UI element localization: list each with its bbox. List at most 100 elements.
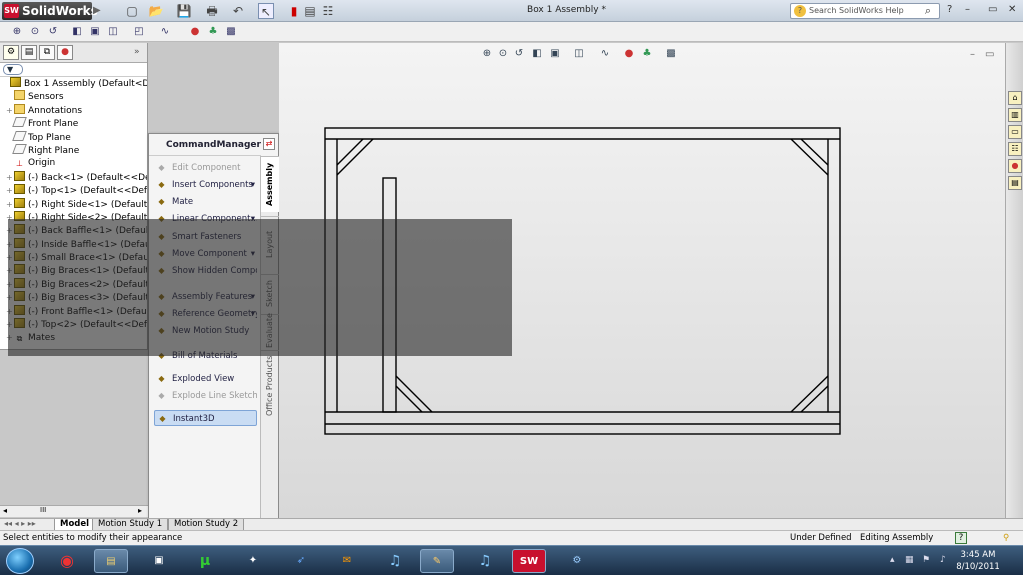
- tree-item[interactable]: ⊥ Origin: [0, 157, 147, 170]
- tree-item[interactable]: Sensors: [0, 90, 147, 103]
- command-insert-components[interactable]: ◆ Insert Components ▾: [154, 177, 257, 193]
- expand-toggle-icon[interactable]: +: [6, 318, 14, 331]
- chrome-icon[interactable]: ◉: [50, 549, 84, 573]
- restore-icon[interactable]: ▭: [988, 4, 997, 15]
- tree-item[interactable]: + (-) Top<2> (Default<<Defau: [0, 318, 147, 331]
- scroll-right-icon[interactable]: ▸: [138, 506, 142, 515]
- solidworks-taskbar-icon[interactable]: SW: [512, 549, 546, 573]
- viewport-restore-icon[interactable]: ▭: [985, 49, 994, 60]
- settings-app-icon[interactable]: ⚙: [560, 549, 594, 573]
- tree-item[interactable]: + Annotations: [0, 103, 147, 117]
- search-icon[interactable]: ⌕: [925, 4, 931, 18]
- previous-view-icon[interactable]: ↺: [46, 25, 60, 39]
- tree-item[interactable]: + (-) Big Braces<3> (Default<<: [0, 291, 147, 304]
- feature-tree-tab-icon[interactable]: ⚙: [3, 45, 19, 60]
- design-library-icon[interactable]: ▥: [1008, 108, 1022, 122]
- close-icon[interactable]: ✕: [1008, 4, 1016, 15]
- tree-item[interactable]: + (-) Big Braces<2> (Default<<: [0, 277, 147, 291]
- tree-item[interactable]: + (-) Top<1> (Default<<Defau: [0, 184, 147, 197]
- command-mate[interactable]: ◆ Mate: [154, 194, 257, 210]
- tree-item[interactable]: + (-) Right Side<2> (Default<<: [0, 210, 147, 224]
- hud-view-orientation-icon[interactable]: ▣: [548, 47, 562, 61]
- view-orientation-icon[interactable]: ▣: [88, 25, 102, 39]
- expand-toggle-icon[interactable]: +: [6, 251, 14, 264]
- expand-toggle-icon[interactable]: +: [6, 291, 14, 304]
- itunes-2-icon[interactable]: ♫: [468, 549, 502, 573]
- cm-tab-layout[interactable]: Layout: [261, 216, 279, 272]
- appearance-ball-icon[interactable]: ●: [188, 25, 202, 39]
- hud-edit-appearance-icon[interactable]: ∿: [598, 47, 612, 61]
- tree-item[interactable]: + (-) Right Side<1> (Default<<: [0, 197, 147, 211]
- tree-item[interactable]: + (-) Small Brace<1> (Default<: [0, 251, 147, 264]
- tab-scroll-icons[interactable]: ◂◂ ◂ ▸ ▸▸: [4, 519, 36, 528]
- tree-item[interactable]: Top Plane: [0, 130, 147, 144]
- expand-toggle-icon[interactable]: +: [6, 331, 14, 344]
- cm-tab-office-products[interactable]: Office Products: [261, 350, 279, 420]
- hud-zoom-area-icon[interactable]: ⊙: [496, 47, 510, 61]
- expand-toggle-icon[interactable]: +: [6, 171, 14, 184]
- property-manager-tab-icon[interactable]: ▤: [21, 45, 37, 60]
- custom-properties-icon[interactable]: ▤: [1008, 176, 1022, 190]
- system-clock[interactable]: 3:45 AM 8/10/2011: [955, 549, 1001, 573]
- hud-zoom-fit-icon[interactable]: ⊕: [480, 47, 494, 61]
- command-linear-pattern[interactable]: ◆ Linear Component... ▾: [154, 211, 257, 227]
- tree-filter[interactable]: ▼: [0, 63, 147, 77]
- scroll-thumb[interactable]: III: [40, 506, 46, 514]
- command-motion-study[interactable]: ◆ New Motion Study: [154, 323, 257, 339]
- command-instant3d[interactable]: ◆ Instant3D: [154, 410, 257, 426]
- section-view-icon[interactable]: ◧: [70, 25, 84, 39]
- dropdown-arrow-icon[interactable]: ▾: [251, 289, 255, 305]
- configuration-manager-tab-icon[interactable]: ⧉: [39, 45, 55, 60]
- solidworks-resources-icon[interactable]: ⌂: [1008, 91, 1022, 105]
- tree-item[interactable]: + (-) Back<1> (Default<<Defau: [0, 170, 147, 184]
- command-exploded-view[interactable]: ◆ Exploded View: [154, 371, 257, 387]
- tree-item[interactable]: + (-) Front Baffle<1> (Default: [0, 304, 147, 318]
- utorrent-icon[interactable]: µ: [188, 549, 222, 573]
- expand-toggle-icon[interactable]: +: [6, 198, 14, 211]
- cm-tab-sketch[interactable]: Sketch: [261, 274, 279, 312]
- expand-toggle-icon[interactable]: +: [6, 238, 14, 251]
- appearances-icon[interactable]: ●: [1008, 159, 1022, 173]
- dropdown-arrow-icon[interactable]: ▾: [251, 211, 255, 227]
- explorer-icon[interactable]: ▤: [94, 549, 128, 573]
- dropdown-arrow-icon[interactable]: ▾: [251, 306, 255, 322]
- help-search-input[interactable]: ? Search SolidWorks Help ⌕: [790, 3, 940, 19]
- expand-toggle-icon[interactable]: +: [6, 211, 14, 224]
- dropdown-arrow-icon[interactable]: ▾: [251, 177, 255, 193]
- expand-toggle-icon[interactable]: +: [6, 305, 14, 318]
- hud-section-view-icon[interactable]: ◧: [530, 47, 544, 61]
- view-palette-icon[interactable]: ☷: [1008, 142, 1022, 156]
- command-smart-fasteners[interactable]: ◆ Smart Fasteners: [154, 229, 257, 245]
- feature-tree-scrollbar[interactable]: ◂ III ▸: [0, 505, 148, 517]
- hud-view-settings-icon[interactable]: ▩: [664, 47, 678, 61]
- expand-toggle-icon[interactable]: +: [6, 224, 14, 237]
- view-settings-icon[interactable]: ▩: [224, 25, 238, 39]
- sn4-icon[interactable]: ✦: [236, 549, 270, 573]
- tree-item[interactable]: Front Plane: [0, 117, 147, 130]
- viewport-minimize-icon[interactable]: –: [970, 49, 975, 60]
- scroll-left-icon[interactable]: ◂: [3, 506, 7, 515]
- dropdown-arrow-icon[interactable]: ▾: [251, 246, 255, 262]
- help-menu-icon[interactable]: ?: [947, 4, 952, 15]
- file-explorer-icon[interactable]: ▭: [1008, 125, 1022, 139]
- command-explode-line[interactable]: ◆ Explode Line Sketch: [154, 388, 257, 404]
- command-assembly-features[interactable]: ◆ Assembly Features ▾: [154, 289, 257, 305]
- mail-icon[interactable]: ✉: [330, 549, 364, 573]
- tray-flag-icon[interactable]: ⚑: [922, 555, 930, 565]
- display-style-icon[interactable]: ◫: [106, 25, 120, 39]
- display-manager-tab-icon[interactable]: ●: [57, 45, 73, 60]
- cm-tab-evaluate[interactable]: Evaluate: [261, 313, 279, 348]
- edit-appearance-icon[interactable]: ∿: [158, 25, 172, 39]
- command-show-hidden[interactable]: ◆ Show Hidden Compo...: [154, 263, 257, 279]
- window-switcher-icon[interactable]: ▣: [142, 549, 176, 573]
- tree-item[interactable]: + (-) Big Braces<1> (Default<<: [0, 264, 147, 277]
- expand-toggle-icon[interactable]: +: [6, 104, 14, 117]
- command-reference-geometry[interactable]: ◆ Reference Geometry ▾: [154, 306, 257, 322]
- hud-previous-view-icon[interactable]: ↺: [512, 47, 526, 61]
- itunes-icon[interactable]: ♫: [378, 549, 412, 573]
- tree-item[interactable]: Right Plane: [0, 143, 147, 157]
- pin-icon[interactable]: ⇄: [263, 138, 275, 150]
- tree-item[interactable]: + (-) Inside Baffle<1> (Default: [0, 237, 147, 251]
- expand-toggle-icon[interactable]: +: [6, 278, 14, 291]
- tray-network-icon[interactable]: ▦: [905, 555, 914, 565]
